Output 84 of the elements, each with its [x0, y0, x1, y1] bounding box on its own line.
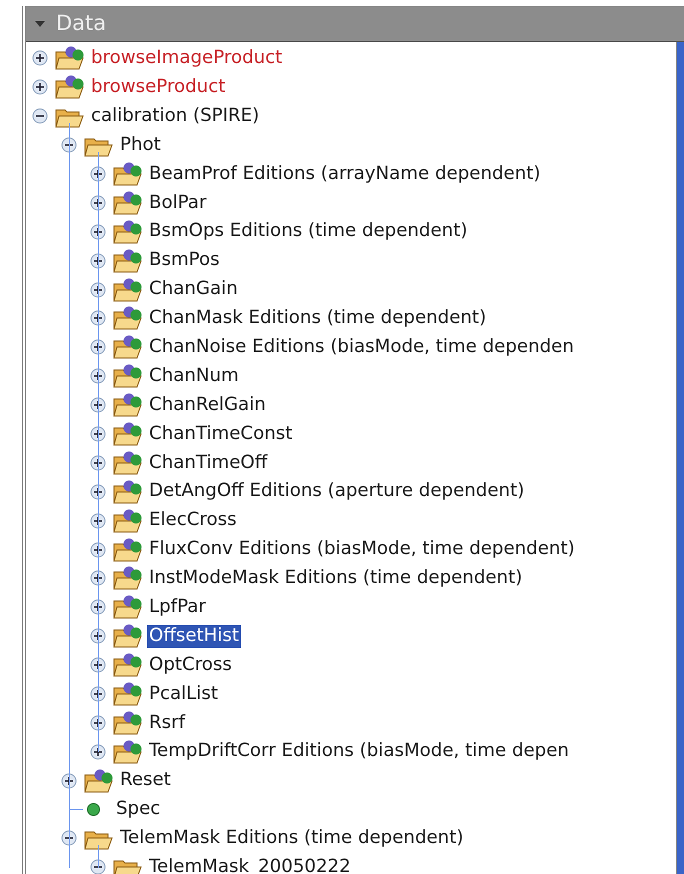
folder-spheres-icon	[112, 536, 144, 563]
expand-icon[interactable]	[90, 339, 106, 356]
expand-icon[interactable]	[90, 426, 106, 442]
tree-item[interactable]: ChanTimeOff	[147, 452, 270, 474]
expand-icon[interactable]	[90, 714, 106, 731]
folder-spheres-icon	[112, 363, 144, 390]
expand-icon[interactable]	[90, 166, 106, 182]
tree-item[interactable]: TelemMask_20050222	[147, 856, 353, 874]
tree-item[interactable]: DetAngOff Editions (aperture dependent)	[147, 480, 526, 504]
tree-item[interactable]: BeamProf Editions (arrayName dependent)	[147, 162, 542, 186]
tree-item[interactable]: BsmOps Editions (time dependent)	[147, 220, 470, 244]
folder-spheres-icon	[54, 45, 86, 72]
tree-item[interactable]: ChanGain	[147, 278, 240, 301]
expand-icon[interactable]	[61, 772, 77, 789]
folder-spheres-icon	[112, 594, 144, 620]
expand-icon[interactable]	[90, 542, 106, 558]
folder-spheres-icon	[112, 161, 144, 187]
folder-spheres-icon	[112, 738, 144, 765]
folder-spheres-icon	[112, 218, 144, 245]
tree-item[interactable]: ElecCross	[147, 509, 239, 532]
folder-spheres-icon	[112, 565, 144, 592]
tree-item[interactable]: TempDriftCorr Editions (biasMode, time depen	[147, 740, 571, 764]
tree-item[interactable]: OptCross	[147, 654, 234, 677]
expand-icon[interactable]	[90, 657, 106, 674]
tree-item[interactable]: BolPar	[147, 192, 208, 214]
folder-spheres-icon	[112, 248, 144, 274]
tree-item[interactable]: TelemMask Editions (time dependent)	[118, 827, 466, 850]
expand-icon[interactable]	[90, 194, 106, 211]
folder-spheres-icon	[112, 392, 144, 418]
collapse-icon[interactable]	[61, 137, 77, 154]
folder-spheres-icon	[112, 681, 144, 708]
dataset-dot-icon	[87, 803, 100, 816]
tree-item[interactable]: InstModeMask Editions (time dependent)	[147, 567, 524, 590]
expand-icon[interactable]	[90, 570, 106, 586]
expand-icon[interactable]	[90, 368, 106, 384]
expand-icon[interactable]	[90, 686, 106, 702]
tree-item[interactable]: Spec	[114, 798, 162, 821]
expand-icon[interactable]	[90, 512, 106, 529]
folder-spheres-icon	[112, 190, 144, 216]
expand-icon[interactable]	[90, 599, 106, 616]
folder-spheres-icon	[112, 305, 144, 332]
expand-icon[interactable]	[90, 310, 106, 326]
expand-icon[interactable]	[90, 252, 106, 269]
collapse-icon[interactable]	[61, 830, 77, 846]
tree-item[interactable]: calibration (SPIRE)	[89, 104, 262, 128]
expand-icon[interactable]	[90, 484, 106, 500]
folder-spheres-icon	[112, 652, 144, 678]
expand-icon[interactable]	[32, 79, 48, 96]
folder-spheres-icon	[112, 478, 144, 505]
tree-item[interactable]: Rsrf	[147, 712, 187, 734]
folder-spheres-icon	[112, 508, 144, 534]
folder-spheres-icon	[112, 334, 144, 360]
tree-item[interactable]: ChanMask Editions (time dependent)	[147, 307, 488, 330]
expand-icon[interactable]	[90, 224, 106, 240]
folder-spheres-icon	[112, 421, 144, 448]
folder-spheres-icon	[83, 768, 115, 794]
expand-icon[interactable]	[32, 50, 48, 66]
tree-item[interactable]: LpfPar	[147, 596, 208, 619]
tree-item[interactable]: PcalList	[147, 682, 220, 706]
folder-spheres-icon	[112, 623, 144, 650]
expand-icon[interactable]	[90, 397, 106, 414]
expand-icon[interactable]	[90, 628, 106, 644]
tree-item[interactable]: ChanTimeConst	[147, 422, 294, 446]
tree-item[interactable]: FluxConv Editions (biasMode, time dependent)	[147, 538, 577, 561]
tree-item[interactable]: Reset	[118, 769, 173, 792]
tree-item[interactable]: Phot	[118, 134, 163, 156]
expand-icon[interactable]	[90, 454, 106, 471]
expand-icon[interactable]	[90, 744, 106, 760]
scrollbar[interactable]	[676, 42, 684, 874]
collapse-icon[interactable]	[90, 859, 106, 874]
tree-item[interactable]: OffsetHist	[147, 624, 241, 648]
expand-icon[interactable]	[90, 282, 106, 298]
tree-item[interactable]: BsmPos	[147, 249, 222, 272]
tree-item[interactable]: browseImageProduct	[89, 47, 284, 70]
tree-item[interactable]: browseProduct	[89, 76, 228, 99]
folder-spheres-icon	[54, 74, 86, 100]
tree-item[interactable]: ChanNoise Editions (biasMode, time dependen	[147, 336, 576, 359]
collapse-icon[interactable]	[32, 108, 48, 124]
tree-item[interactable]: ChanNum	[147, 364, 241, 388]
folder-spheres-icon	[112, 710, 144, 736]
panel-title: Data	[56, 10, 106, 37]
folder-spheres-icon	[112, 276, 144, 303]
folder-spheres-icon	[112, 450, 144, 476]
tree-item[interactable]: ChanRelGain	[147, 394, 268, 416]
